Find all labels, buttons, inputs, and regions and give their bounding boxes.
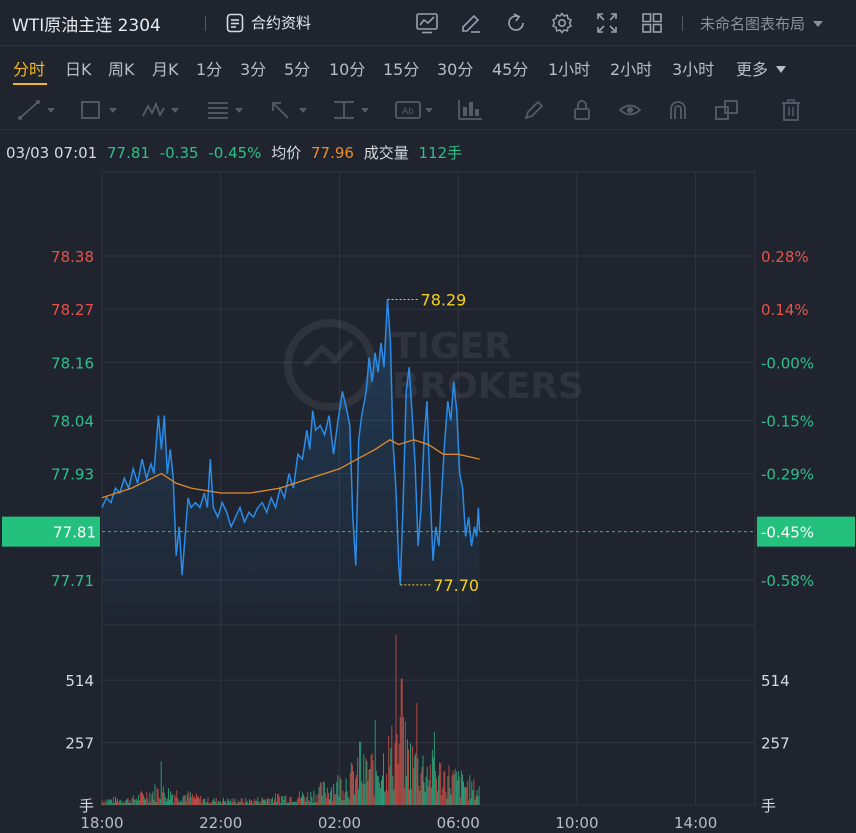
period-tab-8[interactable]: 15分 <box>383 56 419 80</box>
magnet-icon[interactable] <box>666 98 690 122</box>
period-tab-label: 更多 <box>736 60 769 79</box>
line-chart-icon[interactable] <box>415 11 439 35</box>
period-tab-label: 3小时 <box>672 60 715 79</box>
brush-icon[interactable] <box>522 98 546 122</box>
y-axis-label-left: 78.27 <box>51 301 94 319</box>
caret-down-icon <box>812 21 823 27</box>
contract-info-button[interactable]: 合约资料 <box>226 12 311 33</box>
period-tab-label: 日K <box>65 60 92 79</box>
tiger-brokers-watermark: TIGER BROKERS <box>284 319 584 411</box>
low-price-marker: 77.70 <box>433 576 479 595</box>
y-axis-label-right: 0.28% <box>761 248 809 266</box>
period-tab-label: 1小时 <box>548 60 591 79</box>
period-tab-label: 3分 <box>240 60 267 79</box>
header-divider <box>682 16 683 31</box>
period-tab-label: 月K <box>152 60 179 79</box>
rectangle-icon[interactable] <box>78 98 122 122</box>
period-tab-12[interactable]: 2小时 <box>610 56 652 80</box>
period-tab-3[interactable]: 月K <box>152 56 179 80</box>
x-axis-label: 02:00 <box>318 814 361 832</box>
high-price-marker: 78.29 <box>421 291 467 310</box>
refresh-icon[interactable] <box>504 11 528 35</box>
layout-selector[interactable]: 未命名图表布局 <box>700 13 824 34</box>
period-tab-0[interactable]: 分时 <box>13 56 45 80</box>
volume-axis-label-right: 514 <box>761 672 790 690</box>
contract-info-label: 合约资料 <box>251 14 312 32</box>
volume-bars <box>101 634 480 805</box>
text-note-icon[interactable]: Ab <box>394 98 438 122</box>
layout-name: 未命名图表布局 <box>700 15 806 33</box>
volume-axis-label-left: 257 <box>65 735 94 753</box>
current-price-label-left: 77.81 <box>53 524 96 542</box>
pattern-icon[interactable] <box>140 98 184 122</box>
trash-icon[interactable] <box>780 98 802 122</box>
gear-icon[interactable] <box>550 11 574 35</box>
y-axis-label-left: 78.04 <box>51 412 94 430</box>
x-axis-label: 22:00 <box>199 814 242 832</box>
grid-icon[interactable] <box>640 11 664 35</box>
y-axis-label-left: 77.93 <box>51 466 94 484</box>
fibonacci-icon[interactable] <box>204 98 248 122</box>
fullscreen-icon[interactable] <box>595 11 619 35</box>
y-axis-label-right: 0.14% <box>761 301 809 319</box>
volume-unit-right: 手 <box>761 797 776 815</box>
lock-icon[interactable] <box>570 98 594 122</box>
period-tab-5[interactable]: 3分 <box>240 56 266 80</box>
y-axis-label-right: -0.15% <box>761 412 814 430</box>
period-tab-13[interactable]: 3小时 <box>672 56 714 80</box>
period-tabs: 分时 日K 周K 月K 1分 3分 5分 10分 15分 30分 45分 1小时 2小时 3小时 更多 <box>0 46 856 90</box>
header-divider <box>205 16 206 31</box>
current-price-label-right: -0.45% <box>761 524 814 542</box>
y-axis-label-right: -0.00% <box>761 354 814 372</box>
period-tab-9[interactable]: 30分 <box>437 56 473 80</box>
y-axis-label-left: 78.16 <box>51 354 94 372</box>
x-axis-label: 14:00 <box>674 814 717 832</box>
y-axis-label-left: 78.38 <box>51 248 94 266</box>
active-period-underline <box>13 83 47 85</box>
period-tab-label: 1分 <box>196 60 223 79</box>
period-tab-14[interactable]: 更多 <box>736 56 788 80</box>
period-tab-label: 15分 <box>383 60 420 79</box>
y-axis-label-right: -0.29% <box>761 466 814 484</box>
svg-text:Ab: Ab <box>402 107 414 117</box>
x-axis-label: 06:00 <box>437 814 480 832</box>
edit-icon[interactable] <box>459 11 483 35</box>
period-tab-1[interactable]: 日K <box>65 56 92 80</box>
price-range-icon[interactable] <box>330 98 374 122</box>
period-tab-label: 10分 <box>329 60 366 79</box>
period-tab-label: 分时 <box>13 60 46 79</box>
caret-down-icon <box>776 66 787 73</box>
period-tab-4[interactable]: 1分 <box>196 56 222 80</box>
watermark-line2: BROKERS <box>392 366 584 407</box>
trend-line-icon[interactable] <box>16 98 60 122</box>
period-tab-2[interactable]: 周K <box>108 56 135 80</box>
volume-axis-label-right: 257 <box>761 735 790 753</box>
period-tab-11[interactable]: 1小时 <box>548 56 590 80</box>
x-axis-label: 18:00 <box>80 814 123 832</box>
header-bar: WTI原油主连 2304 合约资料 未命名图表布局 <box>0 0 856 46</box>
watermark-line1: TIGER <box>392 326 512 367</box>
period-tab-10[interactable]: 45分 <box>492 56 528 80</box>
intraday-chart[interactable]: TIGER BROKERS 78.29 77.70 78.38 78.27 78.16… <box>0 160 856 833</box>
period-tab-7[interactable]: 10分 <box>329 56 365 80</box>
symbol-title[interactable]: WTI原油主连 2304 <box>12 11 161 36</box>
y-axis-label-left: 77.71 <box>51 572 94 590</box>
volume-unit-left: 手 <box>79 797 94 815</box>
period-tab-label: 30分 <box>437 60 474 79</box>
arrow-icon[interactable] <box>268 98 312 122</box>
volume-axis-label-left: 514 <box>65 672 94 690</box>
measure-icon[interactable] <box>456 98 500 122</box>
period-tab-label: 5分 <box>284 60 311 79</box>
y-axis-label-right: -0.58% <box>761 572 814 590</box>
period-tab-label: 45分 <box>492 60 529 79</box>
period-tab-label: 周K <box>108 60 135 79</box>
period-tab-6[interactable]: 5分 <box>284 56 310 80</box>
drawing-toolbar: Ab <box>0 90 856 130</box>
x-axis-label: 10:00 <box>555 814 598 832</box>
doc-icon <box>226 13 244 32</box>
period-tab-label: 2小时 <box>610 60 653 79</box>
eye-icon[interactable] <box>618 98 642 122</box>
layers-icon[interactable] <box>714 98 740 122</box>
